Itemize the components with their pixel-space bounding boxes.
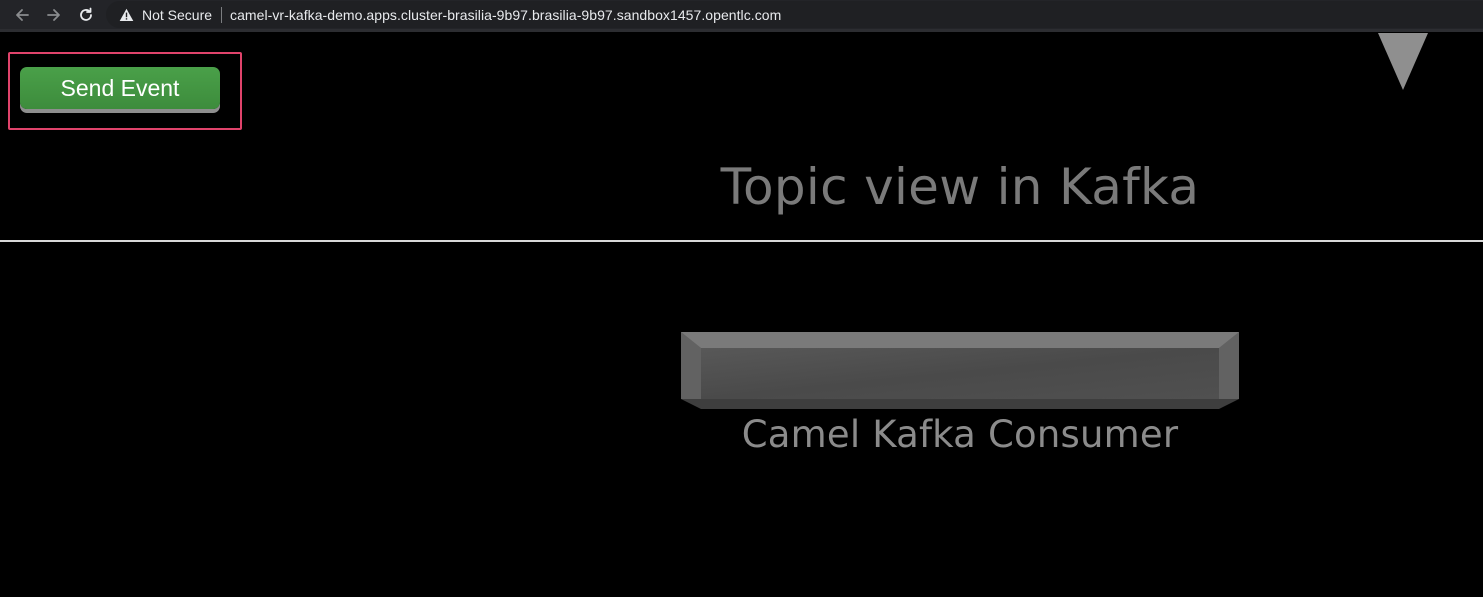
reload-icon [80, 7, 92, 21]
consumer-3d-box[interactable] [681, 332, 1239, 409]
camel-kafka-consumer-label: Camel Kafka Consumer [741, 413, 1179, 456]
topic-view-title: Topic view in Kafka [720, 158, 1200, 216]
back-arrow-icon [16, 8, 29, 21]
url-text[interactable]: camel-vr-kafka-demo.apps.cluster-brasili… [230, 7, 781, 23]
forward-arrow-icon [47, 8, 60, 21]
omnibox-divider [221, 6, 223, 23]
back-button[interactable] [10, 3, 34, 27]
horizontal-divider [0, 240, 1483, 242]
forward-button[interactable] [42, 3, 66, 27]
send-event-button[interactable]: Send Event [20, 67, 220, 109]
security-status-label[interactable]: Not Secure [142, 7, 212, 23]
warning-triangle-icon[interactable] [118, 7, 134, 23]
triangle-marker-icon [1378, 33, 1428, 90]
address-bar[interactable]: Not Secure camel-vr-kafka-demo.apps.clus… [106, 1, 1483, 28]
reload-button[interactable] [74, 3, 98, 27]
browser-toolbar: Not Secure camel-vr-kafka-demo.apps.clus… [0, 0, 1483, 29]
